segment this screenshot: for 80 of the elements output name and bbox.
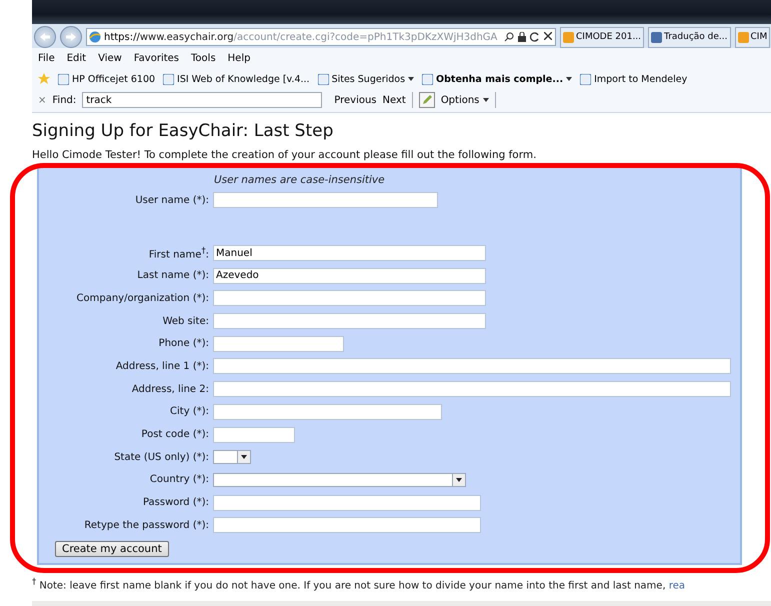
field-label: User name (*): bbox=[134, 194, 210, 206]
dropdown[interactable] bbox=[213, 450, 251, 464]
page-icon bbox=[58, 74, 69, 84]
favorite-link[interactable]: Import to Mendeley bbox=[580, 74, 688, 84]
input-field[interactable] bbox=[213, 290, 486, 306]
hint-text: User names are case-insensitive bbox=[214, 174, 386, 188]
page-icon bbox=[651, 32, 662, 42]
input-field[interactable] bbox=[213, 192, 438, 208]
favorite-link[interactable]: HP Officejet 6100 bbox=[58, 74, 156, 84]
input-field[interactable] bbox=[213, 404, 442, 420]
globe-icon bbox=[89, 31, 101, 43]
page-icon bbox=[738, 32, 749, 42]
page-icon bbox=[563, 32, 574, 42]
input-field[interactable]: Azevedo bbox=[213, 268, 486, 284]
field-label: First name$^{†}$: bbox=[148, 245, 210, 261]
next-button[interactable]: Next bbox=[382, 94, 406, 106]
field-label: State (US only) (*): bbox=[113, 452, 210, 463]
menu-item[interactable]: Favorites bbox=[134, 53, 180, 64]
field-label: Address, line 2: bbox=[130, 384, 210, 395]
field-label: Last name (*): bbox=[136, 270, 210, 282]
previous-button[interactable]: Previous bbox=[334, 94, 377, 106]
close-icon[interactable] bbox=[544, 32, 552, 40]
favorite-link[interactable]: Obtenha mais comple... bbox=[422, 74, 572, 84]
pencil-icon[interactable] bbox=[418, 92, 435, 108]
input-field[interactable] bbox=[213, 358, 731, 374]
back-arrow-icon bbox=[40, 33, 50, 41]
browser-tab[interactable]: CIM bbox=[734, 26, 770, 48]
page-icon bbox=[163, 74, 174, 84]
refresh-icon[interactable] bbox=[530, 32, 540, 42]
input-field[interactable] bbox=[213, 336, 344, 352]
favorite-link[interactable]: Sites Sugeridos bbox=[318, 74, 414, 84]
menu-item[interactable]: View bbox=[98, 53, 122, 64]
input-field[interactable] bbox=[213, 313, 486, 330]
menu-item[interactable]: Edit bbox=[66, 53, 86, 64]
url-text: https://www.easychair.org/account/create.cgi?code=pPh1Tk3pDKzXWjH3dhGA bbox=[104, 32, 498, 42]
field-label: Address, line 1 (*): bbox=[114, 360, 210, 372]
caret-icon bbox=[408, 77, 414, 81]
input-field[interactable]: Manuel bbox=[213, 245, 486, 262]
page-icon bbox=[422, 74, 434, 84]
dropdown[interactable] bbox=[213, 472, 466, 487]
input-field[interactable] bbox=[213, 517, 481, 534]
browser-tab[interactable]: CIMODE 201... bbox=[560, 26, 644, 48]
find-label: Find: bbox=[52, 94, 76, 106]
read-link[interactable]: rea bbox=[668, 580, 685, 591]
menu-item[interactable]: Tools bbox=[191, 53, 216, 64]
input-field[interactable] bbox=[213, 426, 295, 443]
menu-item[interactable]: Help bbox=[228, 53, 250, 64]
field-label: Company/organization (*): bbox=[76, 292, 210, 304]
field-label: Password (*): bbox=[142, 497, 210, 508]
field-label: Phone (*): bbox=[158, 338, 210, 350]
field-label: Post code (*): bbox=[140, 429, 210, 440]
star-icon[interactable] bbox=[38, 73, 50, 85]
caret-icon bbox=[241, 455, 247, 460]
input-field[interactable] bbox=[213, 381, 731, 398]
page-title: Signing Up for EasyChair: Last Step bbox=[32, 121, 334, 141]
caret-icon bbox=[483, 98, 490, 102]
forward-button[interactable] bbox=[60, 26, 82, 48]
page-icon bbox=[318, 74, 329, 84]
create-account-button[interactable]: Create my account bbox=[55, 540, 169, 557]
field-label: City (*): bbox=[169, 406, 210, 418]
caret-icon bbox=[456, 478, 462, 482]
input-field[interactable] bbox=[213, 494, 481, 511]
footnote: $^{†}$ Note: leave first name blank if you do not have one. If you are not sure how to divide your name into the first and last name, rea bbox=[32, 576, 686, 591]
browser-tab[interactable]: Tradução de... bbox=[648, 26, 731, 48]
forward-arrow-icon bbox=[66, 33, 76, 41]
field-label: Country (*): bbox=[148, 474, 210, 486]
back-button[interactable] bbox=[34, 26, 56, 48]
intro-text: Hello Cimode Tester! To complete the creation of your account please fill out the following form. bbox=[32, 149, 538, 161]
options-button[interactable]: Options bbox=[440, 94, 490, 106]
page-icon bbox=[580, 74, 592, 84]
field-label: Retype the password (*): bbox=[83, 520, 210, 531]
menu-item[interactable]: File bbox=[38, 53, 55, 64]
find-field[interactable]: track bbox=[82, 92, 322, 108]
close-icon[interactable]: × bbox=[38, 94, 46, 106]
caret-icon bbox=[566, 77, 572, 81]
field-label: Web site: bbox=[162, 316, 210, 327]
address-bar[interactable]: https://www.easychair.org/account/create.cgi?code=pPh1Tk3pDKzXWjH3dhGA bbox=[86, 28, 556, 46]
search-icon[interactable] bbox=[504, 32, 514, 42]
favorite-link[interactable]: ISI Web of Knowledge [v.4... bbox=[163, 74, 310, 84]
lock-icon[interactable] bbox=[518, 32, 526, 42]
